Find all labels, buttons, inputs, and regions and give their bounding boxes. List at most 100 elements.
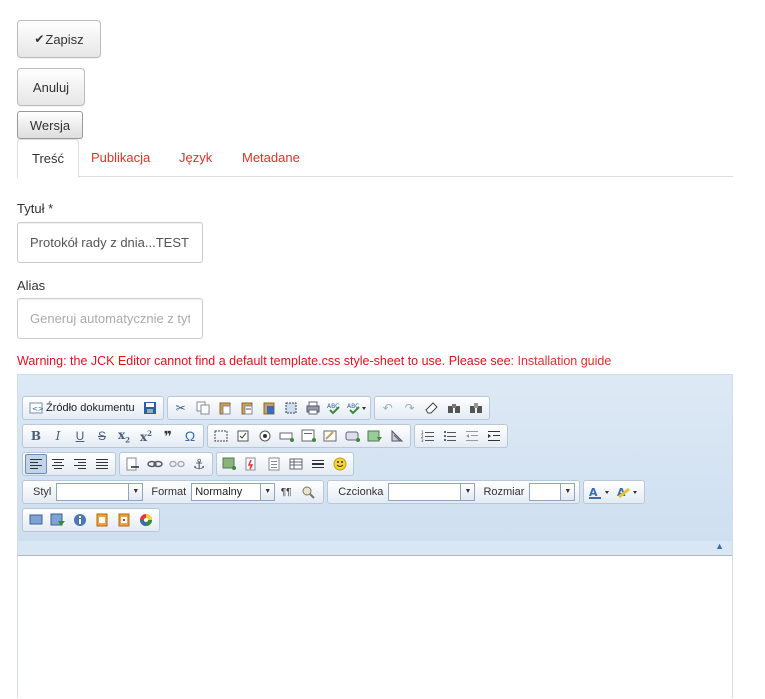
paste-text-button[interactable]	[236, 398, 258, 418]
title-input[interactable]	[17, 222, 203, 263]
cancel-button[interactable]: Anuluj	[17, 68, 85, 106]
toolbar-row-5	[22, 508, 160, 532]
tab-language[interactable]: Język	[165, 139, 226, 177]
paste-word-button[interactable]	[258, 398, 280, 418]
radio-button[interactable]	[254, 426, 276, 446]
check-icon: ✔	[34, 32, 45, 46]
tab-publication[interactable]: Publikacja	[77, 139, 164, 177]
special-char-button[interactable]: Ω	[179, 426, 201, 446]
paste-plugin-button[interactable]	[91, 510, 113, 530]
flash-button[interactable]	[241, 454, 263, 474]
preview-button[interactable]	[297, 482, 319, 502]
indent-button[interactable]	[483, 426, 505, 446]
save-button-label: Zapisz	[45, 31, 84, 47]
outdent-button[interactable]	[461, 426, 483, 446]
checkbox-button[interactable]	[232, 426, 254, 446]
remove-format-button[interactable]	[421, 398, 443, 418]
form-button[interactable]	[210, 426, 232, 446]
flash-icon	[245, 457, 256, 471]
undo-icon: ↶	[382, 401, 393, 415]
button-button[interactable]	[342, 426, 364, 446]
bullet-list-button[interactable]	[439, 426, 461, 446]
cut-button[interactable]: ✂	[170, 398, 192, 418]
save-doc-button[interactable]	[139, 398, 161, 418]
collapse-toolbar-icon[interactable]: ▲	[715, 541, 724, 551]
strike-button[interactable]: S	[91, 426, 113, 446]
table-button[interactable]	[285, 454, 307, 474]
version-button[interactable]: Wersja	[17, 111, 83, 139]
paste-button[interactable]	[214, 398, 236, 418]
horizontal-rule-button[interactable]	[307, 454, 329, 474]
undo-button[interactable]: ↶	[377, 398, 399, 418]
select-button[interactable]	[320, 426, 342, 446]
list-group: 123	[414, 424, 508, 448]
tab-metadata[interactable]: Metadane	[228, 139, 314, 177]
templates-button[interactable]	[47, 510, 69, 530]
show-blocks-button[interactable]: ¶¶	[275, 482, 297, 502]
bold-button[interactable]: B	[25, 426, 47, 446]
smiley-button[interactable]	[329, 454, 351, 474]
source-button[interactable]: <> Źródło dokumentu	[25, 398, 139, 418]
scayt-button[interactable]: ABC	[346, 398, 368, 418]
size-select[interactable]: ▼	[529, 483, 576, 501]
superscript-icon: x2	[139, 428, 153, 444]
link-button[interactable]	[144, 454, 166, 474]
hidden-field-icon	[391, 429, 404, 442]
image-button[interactable]	[219, 454, 241, 474]
select-all-button[interactable]	[280, 398, 302, 418]
editor-content-area[interactable]	[18, 555, 732, 699]
redo-button[interactable]: ↷	[399, 398, 421, 418]
blockquote-button[interactable]: ❞	[157, 426, 179, 446]
save-button[interactable]: ✔ Zapisz	[17, 20, 101, 58]
format-select[interactable]: Normalny ▼	[191, 483, 276, 501]
unlink-button[interactable]	[166, 454, 188, 474]
paste-icon	[219, 402, 231, 415]
style-select[interactable]: ▼	[56, 483, 144, 501]
underline-button[interactable]: U	[69, 426, 91, 446]
horizontal-rule-icon	[312, 460, 324, 468]
textarea-button[interactable]	[298, 426, 320, 446]
document-group: <> Źródło dokumentu	[22, 396, 164, 420]
about-button[interactable]	[69, 510, 91, 530]
anchor-button[interactable]: ⚓	[188, 454, 210, 474]
replace-button[interactable]	[465, 398, 487, 418]
source-button-label: Źródło dokumentu	[46, 402, 135, 414]
undo-group: ↶ ↷	[373, 396, 490, 420]
styles-group: Styl ▼ Format Normalny ▼ ¶¶	[22, 480, 325, 504]
paste-plugin-alt-button[interactable]	[113, 510, 135, 530]
installation-guide-link[interactable]: Installation guide	[518, 354, 612, 368]
editor-toolbar: <> Źródło dokumentu ✂ ABC ABC ↶ ↷ B I U …	[18, 375, 732, 541]
background-color-button[interactable]: A	[614, 482, 642, 502]
font-select[interactable]: ▼	[388, 483, 476, 501]
print-button[interactable]	[302, 398, 324, 418]
justify-button[interactable]	[91, 454, 113, 474]
alias-input[interactable]	[17, 298, 203, 339]
spellcheck-button[interactable]: ABC	[324, 398, 346, 418]
subscript-button[interactable]: x2	[113, 426, 135, 446]
tab-content[interactable]: Treść	[17, 139, 80, 178]
textfield-icon	[279, 432, 294, 442]
maximize-button[interactable]	[25, 510, 47, 530]
doc-button[interactable]	[263, 454, 285, 474]
textfield-button[interactable]	[276, 426, 298, 446]
align-right-button[interactable]	[69, 454, 91, 474]
clipboard-orange-icon	[96, 513, 108, 527]
eraser-icon	[425, 402, 438, 414]
find-button[interactable]	[443, 398, 465, 418]
align-center-icon	[52, 459, 64, 469]
text-color-button[interactable]: A	[586, 482, 614, 502]
copy-button[interactable]	[192, 398, 214, 418]
color-palette-button[interactable]	[135, 510, 157, 530]
italic-button[interactable]: I	[47, 426, 69, 446]
numbered-list-button[interactable]: 123	[417, 426, 439, 446]
image-button-button[interactable]	[364, 426, 386, 446]
align-left-button[interactable]	[25, 454, 47, 474]
version-button-label: Wersja	[29, 117, 71, 133]
hidden-field-button[interactable]	[386, 426, 408, 446]
superscript-button[interactable]: x2	[135, 426, 157, 446]
align-center-button[interactable]	[47, 454, 69, 474]
button-field-icon	[345, 431, 360, 442]
align-right-icon	[74, 459, 86, 469]
link-doc-button[interactable]	[122, 454, 144, 474]
font-label: Czcionka	[338, 486, 384, 498]
